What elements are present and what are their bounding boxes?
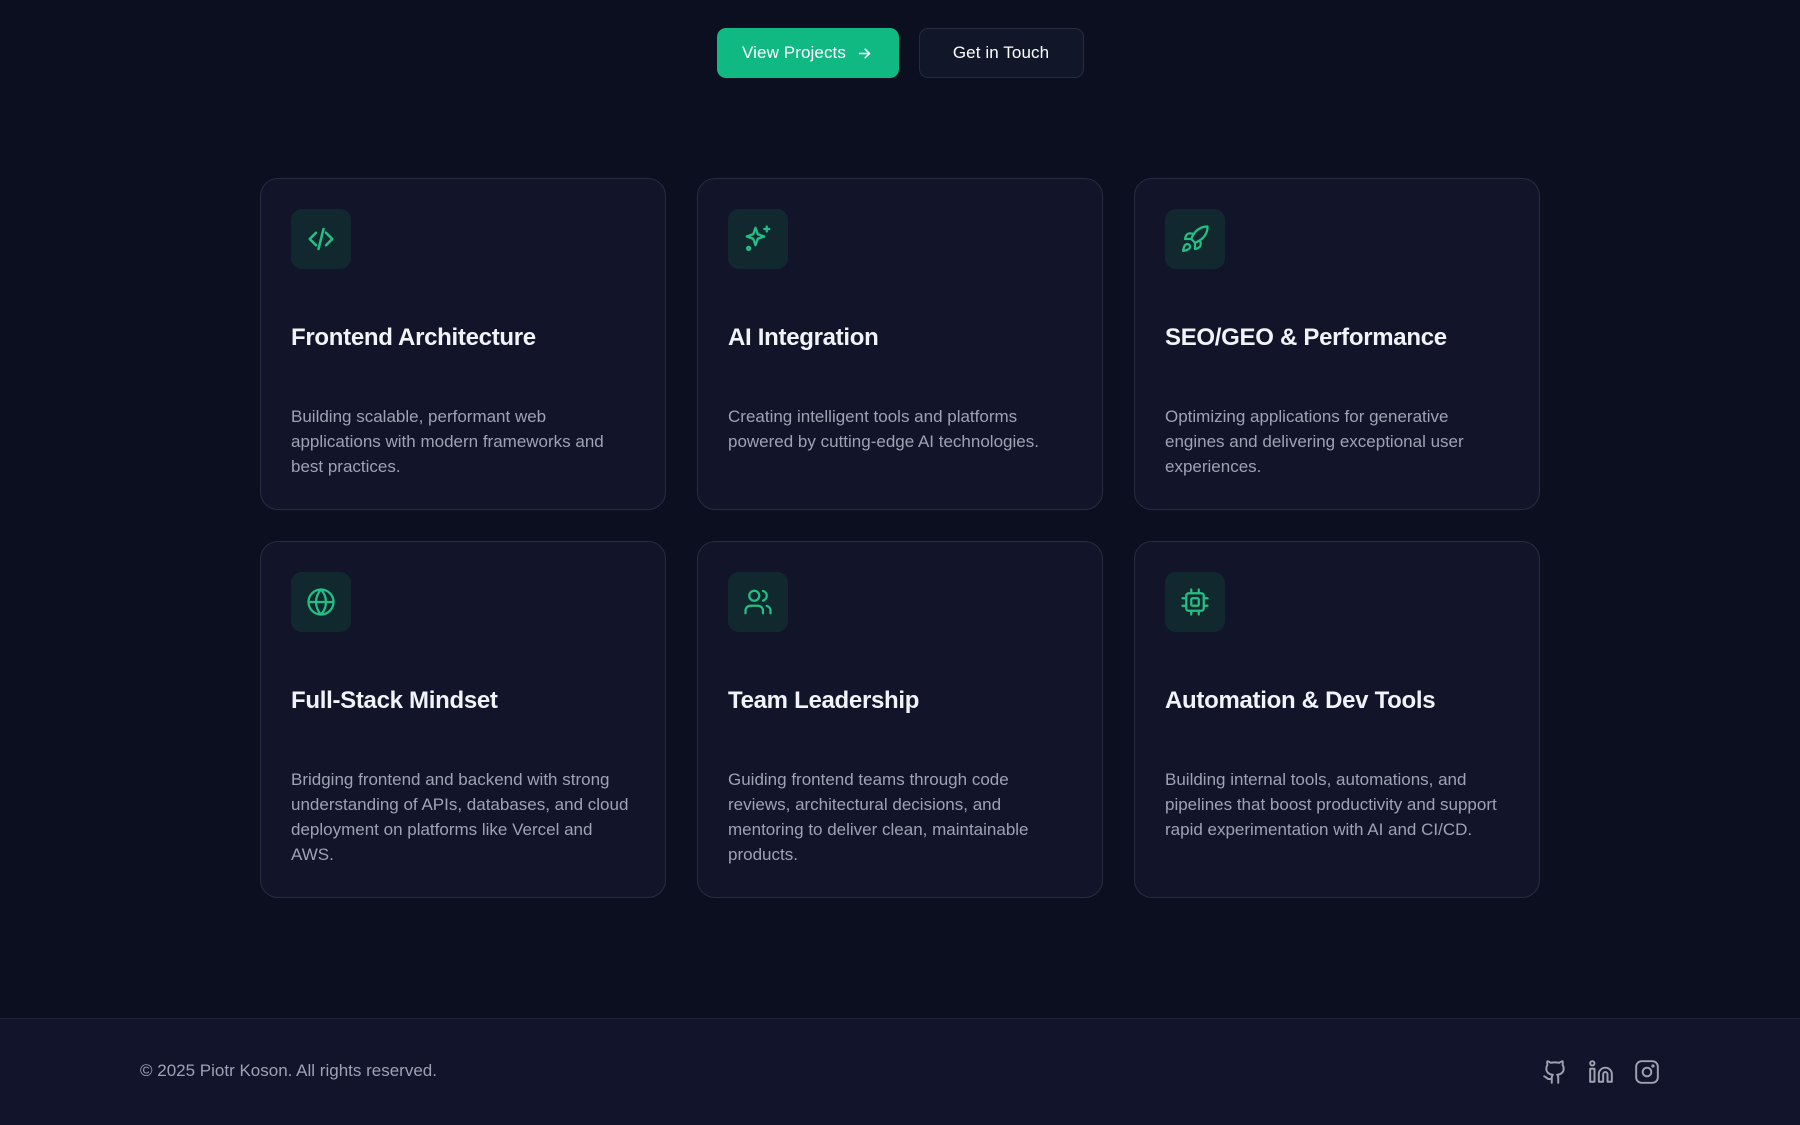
social-links (1542, 1059, 1660, 1085)
arrow-right-icon (858, 47, 871, 59)
users-icon (744, 589, 772, 615)
features-grid: Frontend Architecture Building scalable,… (260, 178, 1540, 898)
feature-card-ai-integration: AI Integration Creating intelligent tool… (697, 178, 1103, 510)
feature-title: Frontend Architecture (291, 324, 536, 351)
cpu-icon-tile (1165, 572, 1225, 632)
feature-card-team-leadership: Team Leadership Guiding frontend teams t… (697, 541, 1103, 898)
linkedin-link[interactable] (1588, 1059, 1614, 1085)
view-projects-button[interactable]: View Projects (716, 28, 899, 78)
rocket-icon-tile (1165, 209, 1225, 269)
feature-description: Creating intelligent tools and platforms… (728, 407, 1039, 451)
users-icon-tile (728, 572, 788, 632)
linkedin-icon (1589, 1060, 1613, 1083)
feature-description: Bridging frontend and backend with stron… (291, 770, 629, 864)
copyright-text: © 2025 Piotr Koson. All rights reserved. (140, 1061, 437, 1080)
feature-description: Building scalable, performant web applic… (291, 407, 604, 476)
feature-description: Optimizing applications for generative e… (1165, 407, 1464, 476)
instagram-icon (1635, 1060, 1659, 1084)
cpu-icon (1181, 588, 1209, 616)
sparkles-icon-tile (728, 209, 788, 269)
feature-title: Team Leadership (728, 687, 920, 714)
feature-title: Full-Stack Mindset (291, 687, 498, 714)
feature-title: SEO/GEO & Performance (1165, 324, 1447, 351)
feature-title: Automation & Dev Tools (1165, 687, 1436, 714)
github-link[interactable] (1542, 1059, 1568, 1085)
feature-card-full-stack-mindset: Full-Stack Mindset Bridging frontend and… (260, 541, 666, 898)
get-in-touch-label: Get in Touch (952, 43, 1050, 62)
sparkles-icon (745, 225, 771, 251)
github-icon (1543, 1060, 1565, 1084)
feature-card-seo-geo-performance: SEO/GEO & Performance Optimizing applica… (1134, 178, 1540, 510)
feature-description: Building internal tools, automations, an… (1165, 770, 1497, 839)
feature-description: Guiding frontend teams through code revi… (728, 770, 1029, 864)
view-projects-label: View Projects (742, 43, 846, 62)
code-icon-tile (291, 209, 351, 269)
rocket-icon (1182, 225, 1209, 252)
globe-icon (307, 588, 335, 616)
footer: © 2025 Piotr Koson. All rights reserved. (0, 1018, 1800, 1125)
code-icon (308, 227, 334, 251)
feature-title: AI Integration (728, 324, 879, 351)
get-in-touch-button[interactable]: Get in Touch (918, 28, 1084, 78)
feature-card-frontend-architecture: Frontend Architecture Building scalable,… (260, 178, 666, 510)
hero-actions: View Projects Get in Touch (0, 28, 1800, 78)
globe-icon-tile (291, 572, 351, 632)
instagram-link[interactable] (1634, 1059, 1660, 1085)
feature-card-automation-dev-tools: Automation & Dev Tools Building internal… (1134, 541, 1540, 898)
